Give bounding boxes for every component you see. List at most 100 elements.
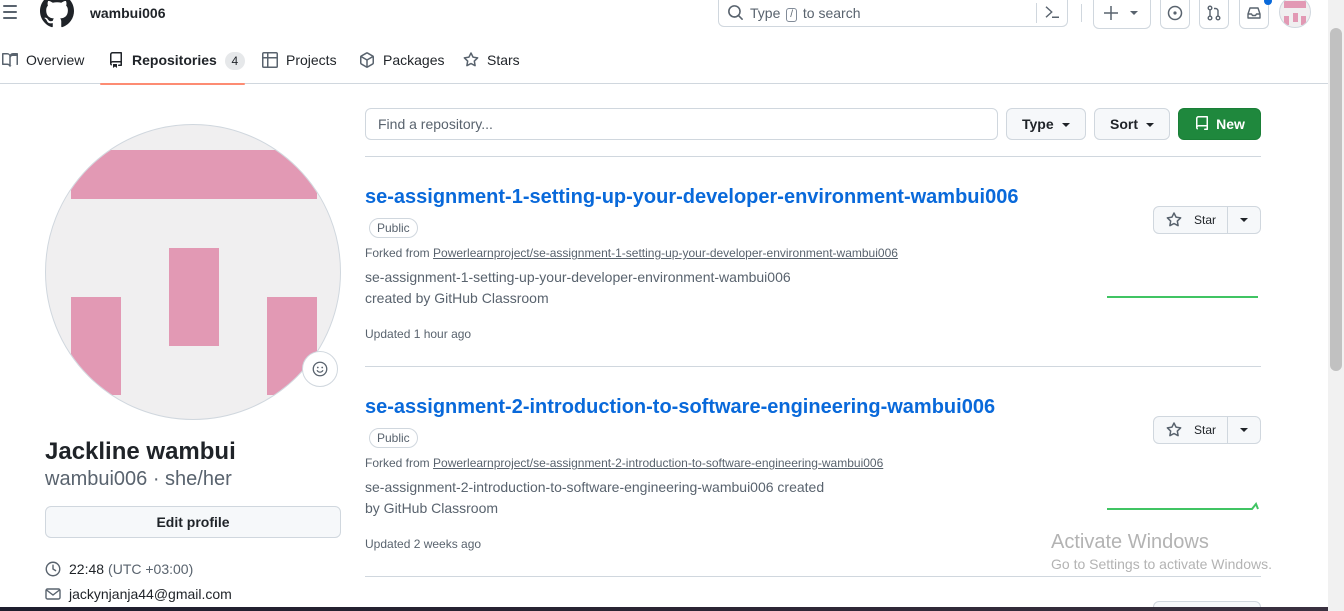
taskbar-strip — [0, 607, 1328, 611]
chevron-down-icon — [1146, 123, 1154, 127]
star-button-group: Star — [1153, 206, 1261, 234]
activate-windows-subtitle: Go to Settings to activate Windows. — [1051, 556, 1272, 572]
smiley-icon — [312, 361, 328, 377]
inbox-icon — [1247, 7, 1261, 19]
tab-packages-label: Packages — [383, 52, 445, 68]
tab-packages[interactable]: Packages — [359, 44, 444, 84]
repo-updated-time: Updated 1 hour ago — [365, 327, 472, 341]
github-logo-icon[interactable] — [40, 0, 74, 28]
clock-icon — [45, 561, 61, 577]
star-icon — [463, 52, 479, 67]
chevron-down-icon — [1061, 123, 1070, 127]
tab-projects[interactable]: Projects — [262, 44, 337, 84]
chevron-down-icon — [1240, 218, 1248, 222]
book-icon — [2, 53, 18, 67]
repo-description-line: created by GitHub Classroom — [365, 290, 549, 306]
repo-description-line: se-assignment-1-setting-up-your-develope… — [365, 269, 791, 285]
visibility-badge: Public — [369, 428, 418, 448]
search-icon — [728, 5, 743, 20]
new-repository-button[interactable]: New — [1178, 108, 1261, 140]
star-list-dropdown[interactable] — [1228, 207, 1260, 233]
command-palette-icon[interactable] — [1044, 4, 1060, 20]
pull-requests-icon — [1207, 5, 1221, 21]
timezone-value: (UTC +03:00) — [108, 561, 194, 577]
chevron-down-icon — [1130, 11, 1138, 15]
repo-description: se-assignment-1-setting-up-your-develope… — [365, 267, 835, 309]
profile-full-name: Jackline wambui — [45, 438, 236, 465]
forked-from-link[interactable]: Powerlearnproject/se-assignment-2-introd… — [433, 456, 883, 470]
package-icon — [360, 52, 374, 68]
tab-overview[interactable]: Overview — [2, 44, 84, 84]
sort-label: Sort — [1110, 116, 1138, 132]
forked-from-prefix: Forked from — [365, 246, 430, 260]
repo-updated-time: Updated 2 weeks ago — [365, 537, 482, 551]
profile-handle: wambui006 · she/her — [45, 468, 232, 490]
repositories-count-badge: 4 — [224, 52, 245, 70]
activate-windows-title: Activate Windows — [1051, 531, 1209, 553]
star-list-dropdown[interactable] — [1228, 417, 1260, 443]
type-filter-button[interactable]: Type — [1006, 108, 1086, 140]
profile-avatar[interactable] — [45, 124, 341, 420]
divider — [365, 156, 1261, 157]
repo-description: se-assignment-2-introduction-to-software… — [365, 477, 835, 519]
inbox-button[interactable] — [1239, 0, 1269, 29]
star-label: Star — [1194, 423, 1217, 437]
table-icon — [262, 52, 278, 68]
forked-from-text: Forked from Powerlearnproject/se-assignm… — [365, 456, 883, 470]
tab-repositories[interactable]: Repositories 4 — [100, 44, 245, 85]
repo-icon — [109, 52, 122, 68]
tab-stars-label: Stars — [487, 52, 520, 68]
edit-profile-button[interactable]: Edit profile — [45, 506, 341, 538]
global-search[interactable]: Type / to search — [718, 0, 1068, 27]
repo-description-line: se-assignment-2-introduction-to-software… — [365, 479, 825, 495]
mail-icon — [45, 588, 61, 600]
type-filter-label: Type — [1022, 116, 1054, 132]
search-suffix: to search — [802, 5, 861, 21]
profile-local-time: 22:48 (UTC +03:00) — [45, 561, 193, 577]
new-button-label: New — [1216, 116, 1245, 132]
issues-button[interactable] — [1160, 0, 1190, 29]
create-new-button[interactable] — [1093, 0, 1151, 29]
forked-from-text: Forked from Powerlearnproject/se-assignm… — [365, 246, 898, 260]
email-link[interactable]: jackynjanja44@gmail.com — [69, 586, 232, 602]
local-time-value: 22:48 — [69, 561, 105, 577]
issues-icon — [1167, 5, 1183, 21]
activity-sparkline — [1107, 502, 1259, 510]
header-separator — [1081, 4, 1082, 22]
star-button-group: Star — [1153, 416, 1261, 444]
search-divider — [1036, 3, 1037, 23]
search-shortcut-key: / — [786, 8, 798, 22]
set-status-button[interactable] — [302, 351, 338, 387]
star-icon — [1166, 212, 1182, 227]
tab-overview-label: Overview — [26, 52, 85, 68]
divider — [365, 366, 1261, 367]
find-repository-input[interactable]: Find a repository... — [365, 108, 998, 140]
star-icon — [1166, 422, 1182, 437]
divider — [365, 576, 1261, 577]
repo-name-link[interactable]: se-assignment-2-introduction-to-software… — [365, 396, 995, 419]
repo-name-link[interactable]: se-assignment-1-setting-up-your-develope… — [365, 186, 1018, 209]
sort-button[interactable]: Sort — [1094, 108, 1170, 140]
header-username[interactable]: wambui006 — [90, 5, 165, 21]
scrollbar-thumb[interactable] — [1330, 28, 1342, 371]
repo-description-line: by GitHub Classroom — [365, 500, 499, 516]
visibility-badge: Public — [369, 218, 418, 238]
user-avatar[interactable] — [1279, 0, 1311, 28]
forked-from-link[interactable]: Powerlearnproject/se-assignment-1-settin… — [433, 246, 898, 260]
tab-projects-label: Projects — [286, 52, 337, 68]
star-button[interactable]: Star — [1154, 417, 1228, 443]
plus-icon — [1104, 6, 1118, 20]
global-header: wambui006 Type / to search Overview Repo… — [0, 0, 1328, 85]
search-hint: Type / to search — [750, 5, 861, 22]
chevron-down-icon — [1240, 428, 1248, 432]
forked-from-prefix: Forked from — [365, 456, 430, 470]
star-button[interactable]: Star — [1154, 207, 1228, 233]
repo-icon — [1196, 116, 1209, 130]
notification-indicator — [1264, 0, 1272, 5]
menu-icon[interactable] — [0, 0, 20, 26]
activity-sparkline — [1107, 296, 1258, 298]
tab-stars[interactable]: Stars — [463, 44, 520, 84]
pull-requests-button[interactable] — [1199, 0, 1229, 29]
star-label: Star — [1194, 213, 1217, 227]
tab-repositories-label: Repositories — [132, 52, 217, 68]
